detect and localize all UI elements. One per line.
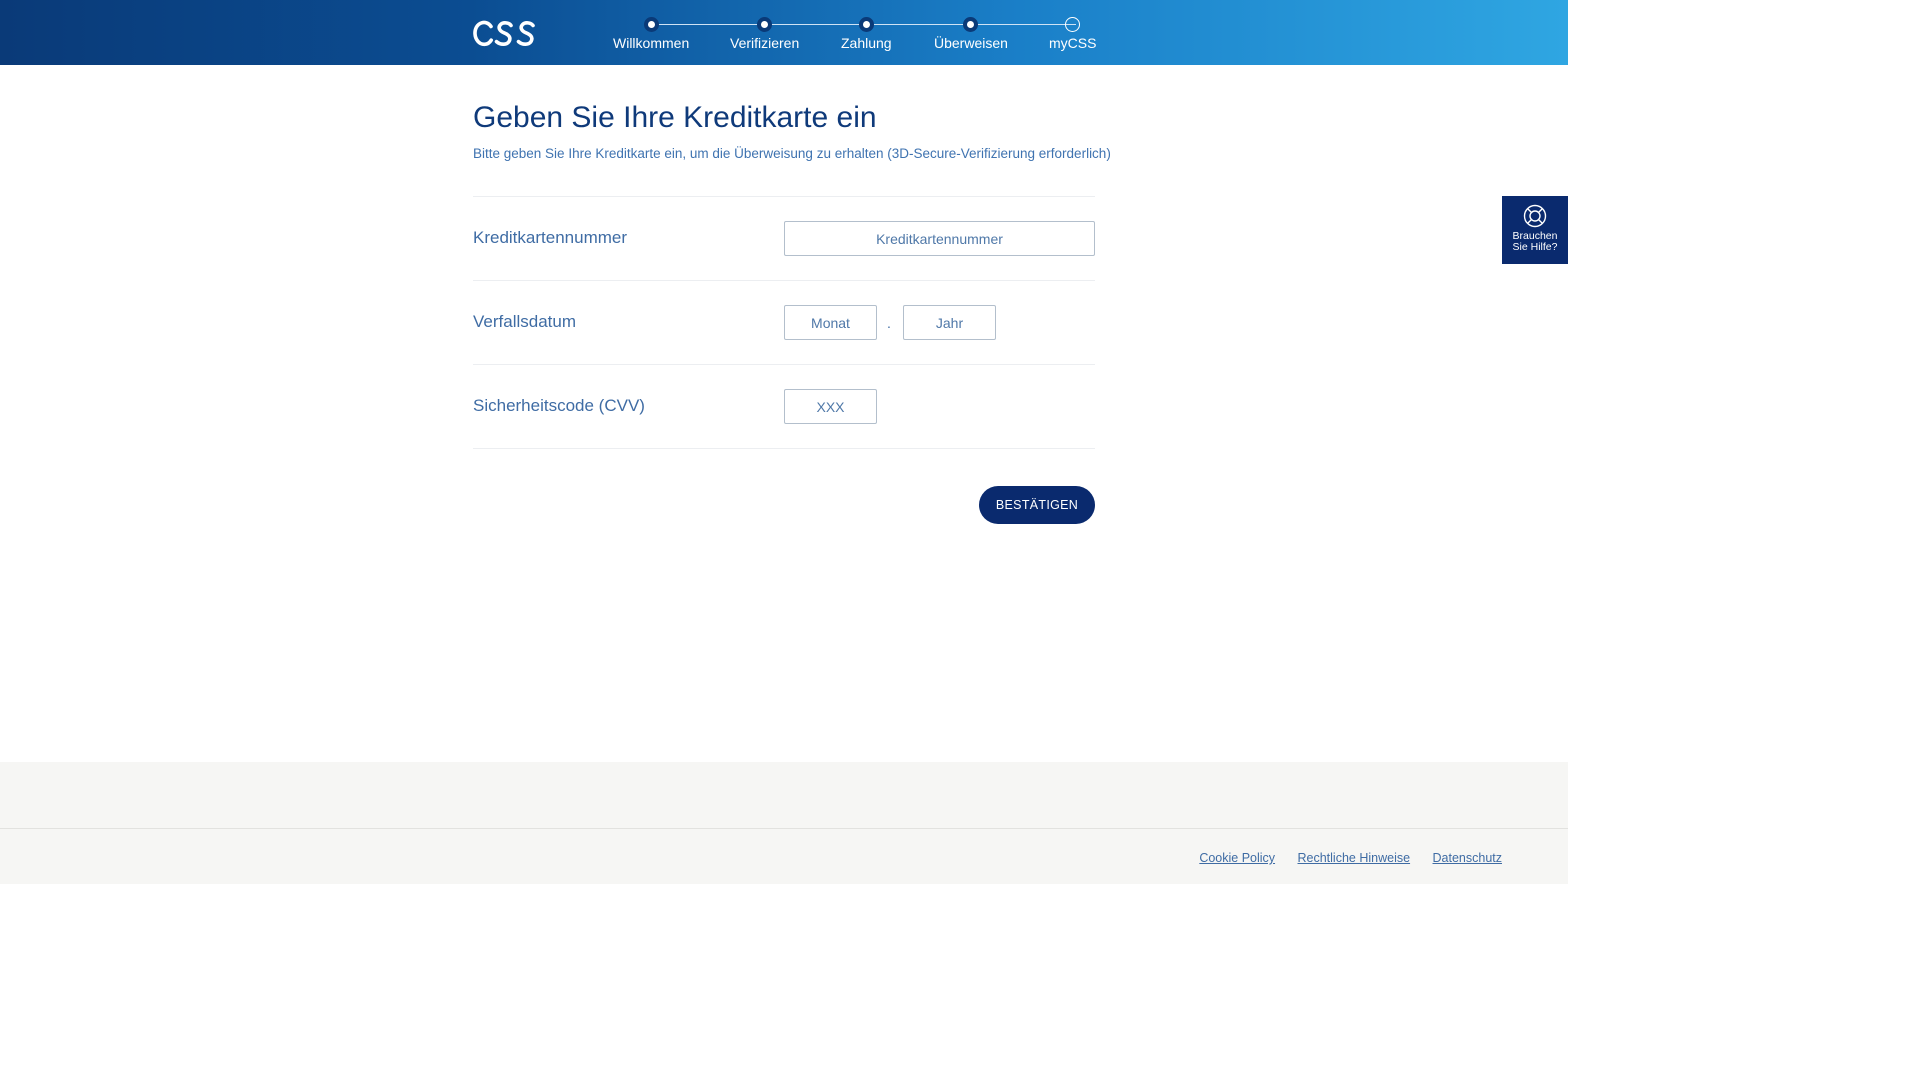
step-label: Zahlung bbox=[841, 35, 892, 51]
footer-links: Cookie Policy Rechtliche Hinweise Datens… bbox=[1181, 849, 1502, 867]
cvv-label: Sicherheitscode (CVV) bbox=[473, 396, 645, 415]
step-done-dot-icon bbox=[963, 17, 979, 32]
expiry-month-input[interactable] bbox=[784, 305, 877, 340]
card-number-input[interactable] bbox=[784, 221, 1095, 256]
step-done-dot-icon bbox=[858, 17, 874, 32]
css-logo[interactable] bbox=[473, 19, 537, 48]
form-row-card-number: Kreditkartennummer bbox=[473, 197, 1095, 281]
progress-steps: Willkommen Verifizieren Zahlung Überweis… bbox=[600, 14, 1100, 54]
expiry-label: Verfallsdatum bbox=[473, 312, 576, 331]
lifebuoy-icon bbox=[1523, 204, 1547, 228]
expiry-separator: . bbox=[887, 315, 891, 331]
footer-band bbox=[0, 762, 1568, 828]
expiry-year-input[interactable] bbox=[903, 305, 996, 340]
cookie-policy-link[interactable]: Cookie Policy bbox=[1199, 851, 1275, 865]
privacy-link[interactable]: Datenschutz bbox=[1433, 851, 1502, 865]
card-number-label: Kreditkartennummer bbox=[473, 228, 628, 247]
help-label: Brauchen Sie Hilfe? bbox=[1512, 230, 1558, 253]
step-todo-circle-icon bbox=[1065, 17, 1081, 32]
page-subtitle: Bitte geben Sie Ihre Kreditkarte ein, um… bbox=[473, 146, 1111, 161]
confirm-button[interactable]: BESTÄTIGEN bbox=[979, 486, 1095, 524]
css-logo-mark bbox=[473, 20, 535, 47]
page-intro: Geben Sie Ihre Kreditkarte ein Bitte geb… bbox=[473, 99, 1111, 163]
cvv-input[interactable] bbox=[784, 389, 877, 424]
step-done-dot-icon bbox=[757, 17, 773, 32]
form-row-cvv: Sicherheitscode (CVV) bbox=[473, 365, 1095, 449]
legal-notice-link[interactable]: Rechtliche Hinweise bbox=[1298, 851, 1411, 865]
step-mycss[interactable]: myCSS bbox=[1049, 14, 1096, 51]
step-label: Überweisen bbox=[934, 35, 1008, 51]
step-label: Willkommen bbox=[613, 35, 690, 51]
step-ueberweisen[interactable]: Überweisen bbox=[934, 14, 1008, 51]
help-tab[interactable]: Brauchen Sie Hilfe? bbox=[1502, 196, 1568, 264]
step-done-dot-icon bbox=[643, 17, 659, 32]
step-label: Verifizieren bbox=[730, 35, 800, 51]
top-header: Willkommen Verifizieren Zahlung Überweis… bbox=[0, 0, 1568, 65]
form-row-expiry: Verfallsdatum . bbox=[473, 281, 1095, 365]
footer: Cookie Policy Rechtliche Hinweise Datens… bbox=[0, 828, 1568, 884]
credit-card-form: Kreditkartennummer Verfallsdatum . Siche… bbox=[473, 196, 1095, 449]
step-zahlung[interactable]: Zahlung bbox=[841, 14, 892, 51]
step-willkommen[interactable]: Willkommen bbox=[613, 14, 689, 51]
step-verifizieren[interactable]: Verifizieren bbox=[730, 14, 799, 51]
step-label: myCSS bbox=[1049, 35, 1097, 51]
page-title: Geben Sie Ihre Kreditkarte ein bbox=[473, 101, 877, 134]
